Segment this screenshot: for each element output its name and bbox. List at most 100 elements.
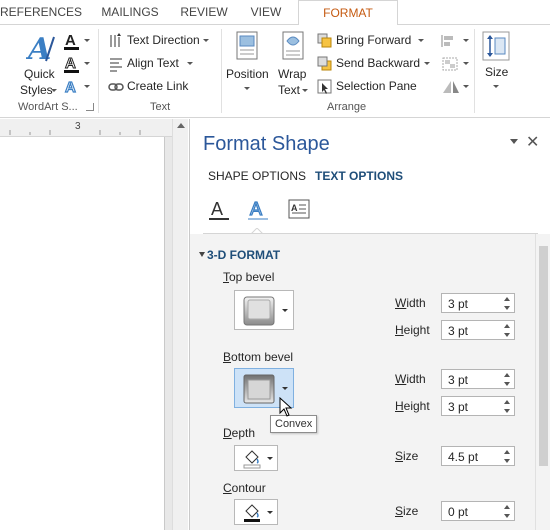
- spin-down-icon[interactable]: [504, 306, 510, 310]
- bring-forward-label[interactable]: Bring Forward: [336, 33, 411, 47]
- top-bevel-width-input[interactable]: 3 pt: [441, 293, 515, 313]
- bring-forward-caret-icon[interactable]: [418, 39, 424, 42]
- size-caret-icon[interactable]: [493, 85, 499, 88]
- wrap-text-label-2[interactable]: Text: [278, 83, 300, 97]
- text-direction-icon[interactable]: [108, 33, 124, 49]
- depth-color-button[interactable]: [234, 445, 278, 471]
- tab-format[interactable]: FORMAT: [298, 0, 398, 26]
- wrap-text-caret-icon[interactable]: [302, 89, 308, 92]
- pane-scroll-thumb[interactable]: [539, 246, 548, 466]
- top-bevel-button[interactable]: [234, 290, 294, 330]
- svg-text:A: A: [250, 199, 262, 219]
- spin-down-icon[interactable]: [504, 459, 510, 463]
- paint-bucket-icon: [244, 504, 260, 522]
- bottom-bevel-caret-icon[interactable]: [282, 387, 288, 390]
- ribbon: A Quick Styles A A A WordArt S... Text D…: [0, 25, 550, 118]
- create-link-label[interactable]: Create Link: [127, 79, 188, 93]
- depth-caret-icon[interactable]: [267, 457, 273, 460]
- group-separator: [221, 29, 222, 113]
- align-text-caret-icon[interactable]: [187, 62, 193, 65]
- size-label[interactable]: Size: [485, 65, 508, 79]
- svg-text:A: A: [65, 55, 76, 72]
- pane-options-icon[interactable]: [510, 139, 518, 144]
- send-backward-icon[interactable]: [317, 56, 333, 72]
- contour-label: Contour: [223, 481, 266, 495]
- text-group-label: Text: [150, 101, 171, 113]
- text-direction-label[interactable]: Text Direction: [127, 33, 200, 47]
- spin-down-icon[interactable]: [504, 333, 510, 337]
- text-outline-icon[interactable]: A: [62, 54, 90, 74]
- spin-up-icon[interactable]: [504, 297, 510, 301]
- tab-review[interactable]: REVIEW: [178, 0, 230, 25]
- wordart-launcher-icon[interactable]: [86, 103, 94, 111]
- selection-pane-label[interactable]: Selection Pane: [336, 79, 417, 93]
- scroll-up-icon[interactable]: [177, 123, 185, 128]
- quick-styles-label-2[interactable]: Styles: [20, 83, 53, 97]
- spin-up-icon[interactable]: [504, 324, 510, 328]
- tab-text-options[interactable]: TEXT OPTIONS: [315, 169, 403, 183]
- pane-scrollbar[interactable]: [535, 234, 550, 530]
- selection-pane-icon[interactable]: [317, 79, 333, 95]
- bevel-convex-icon: [243, 374, 275, 404]
- align-text-icon[interactable]: [108, 56, 124, 72]
- document-page[interactable]: [0, 137, 165, 530]
- group-objects-caret-icon[interactable]: [463, 62, 469, 65]
- quick-styles-label-1[interactable]: Quick: [24, 67, 55, 81]
- quick-styles-icon[interactable]: A: [26, 31, 56, 65]
- top-bevel-height-input[interactable]: 3 pt: [441, 320, 515, 340]
- spin-down-icon[interactable]: [504, 382, 510, 386]
- send-backward-label[interactable]: Send Backward: [336, 56, 420, 70]
- bottom-bevel-width-input[interactable]: 3 pt: [441, 369, 515, 389]
- wrap-text-icon[interactable]: [281, 31, 305, 61]
- contour-size-label: Size: [395, 504, 419, 518]
- pane-content: 3-D FORMAT Top bevel Width 3 pt Height 3…: [190, 234, 535, 530]
- spin-up-icon[interactable]: [504, 400, 510, 404]
- spin-down-icon[interactable]: [504, 409, 510, 413]
- create-link-icon[interactable]: [108, 80, 124, 94]
- pane-title: Format Shape: [203, 133, 330, 155]
- send-backward-caret-icon[interactable]: [424, 62, 430, 65]
- contour-color-button[interactable]: [234, 499, 278, 525]
- wrap-text-label-1[interactable]: Wrap: [278, 67, 306, 81]
- position-label[interactable]: Position: [226, 67, 269, 81]
- align-text-label[interactable]: Align Text: [127, 56, 179, 70]
- rotate-objects-caret-icon[interactable]: [463, 85, 469, 88]
- tab-view[interactable]: VIEW: [245, 0, 287, 25]
- contour-caret-icon[interactable]: [267, 511, 273, 514]
- group-objects-icon[interactable]: [441, 56, 461, 72]
- text-effects-icon[interactable]: A: [246, 197, 272, 223]
- collapse-icon[interactable]: [199, 252, 205, 257]
- size-icon[interactable]: [482, 31, 510, 61]
- tab-mailings[interactable]: MAILINGS: [95, 0, 165, 25]
- spin-down-icon[interactable]: [504, 514, 510, 518]
- top-bevel-caret-icon[interactable]: [282, 309, 288, 312]
- bottom-bevel-height-input[interactable]: 3 pt: [441, 396, 515, 416]
- mouse-pointer-icon: [279, 397, 293, 417]
- align-objects-caret-icon[interactable]: [463, 39, 469, 42]
- spin-up-icon[interactable]: [504, 450, 510, 454]
- rotate-objects-icon[interactable]: [441, 79, 461, 95]
- tab-shape-options[interactable]: SHAPE OPTIONS: [208, 169, 306, 183]
- horizontal-ruler: 3: [0, 119, 188, 137]
- spin-up-icon[interactable]: [504, 505, 510, 509]
- contour-size-input[interactable]: 0 pt: [441, 501, 515, 521]
- position-caret-icon[interactable]: [244, 87, 250, 90]
- document-area[interactable]: [0, 137, 188, 530]
- text-box-icon[interactable]: A: [287, 197, 313, 223]
- section-3d-format[interactable]: 3-D FORMAT: [207, 248, 280, 262]
- text-direction-caret-icon[interactable]: [203, 39, 209, 42]
- convex-tooltip: Convex: [270, 415, 317, 433]
- position-icon[interactable]: [235, 31, 259, 61]
- depth-size-input[interactable]: 4.5 pt: [441, 446, 515, 466]
- text-effects-icon[interactable]: A: [62, 77, 90, 97]
- tab-references[interactable]: REFERENCES: [0, 0, 82, 25]
- close-icon[interactable]: ✕: [526, 132, 539, 152]
- wordart-group-label: WordArt S...: [18, 101, 78, 113]
- quick-styles-caret-icon[interactable]: [51, 89, 57, 92]
- text-fill-outline-icon[interactable]: A: [207, 197, 233, 223]
- document-scrollbar[interactable]: [172, 119, 188, 530]
- bring-forward-icon[interactable]: [317, 33, 333, 49]
- text-fill-icon[interactable]: A: [62, 31, 90, 51]
- align-objects-icon[interactable]: [441, 33, 461, 49]
- spin-up-icon[interactable]: [504, 373, 510, 377]
